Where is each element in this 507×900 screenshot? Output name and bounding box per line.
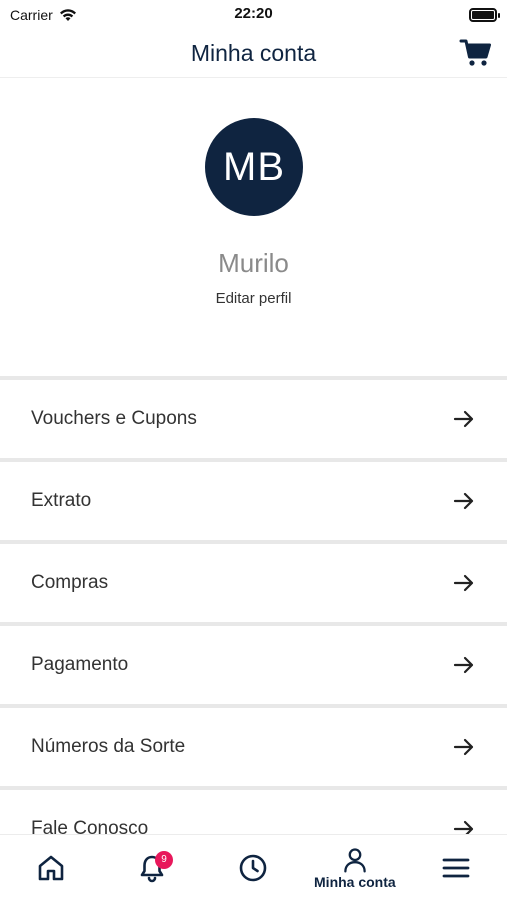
account-menu: Vouchers e Cupons Extrato Compras Pagame… — [0, 376, 507, 868]
menu-item-extrato[interactable]: Extrato — [0, 458, 507, 540]
user-icon — [344, 847, 366, 873]
menu-item-compras[interactable]: Compras — [0, 540, 507, 622]
menu-item-pagamento[interactable]: Pagamento — [0, 622, 507, 704]
arrow-right-icon — [453, 574, 474, 592]
arrow-right-icon — [453, 656, 474, 674]
menu-item-label: Extrato — [31, 490, 92, 511]
screen: Carrier 22:20 Minha conta MB Murilo Edit… — [0, 0, 507, 900]
tab-home[interactable] — [1, 835, 101, 900]
tab-notifications[interactable]: 9 — [102, 835, 202, 900]
profile-name: Murilo — [218, 248, 289, 278]
menu-item-label: Vouchers e Cupons — [31, 408, 197, 429]
notification-badge: 9 — [155, 850, 174, 869]
hamburger-menu-icon — [442, 858, 470, 877]
avatar: MB — [205, 118, 303, 216]
menu-item-label: Compras — [31, 572, 109, 593]
tab-account[interactable]: Minha conta — [305, 835, 405, 900]
menu-item-label: Pagamento — [31, 654, 129, 675]
battery-icon — [469, 8, 500, 22]
profile-section: MB Murilo Editar perfil — [0, 78, 507, 376]
edit-profile-link[interactable]: Editar perfil — [0, 290, 507, 307]
clock-icon — [240, 854, 267, 881]
header: Minha conta — [0, 30, 507, 78]
arrow-right-icon — [453, 738, 474, 756]
arrow-right-icon — [453, 492, 474, 510]
status-bar: Carrier 22:20 — [0, 0, 507, 30]
tab-history[interactable] — [203, 835, 303, 900]
home-icon — [38, 855, 63, 880]
menu-item-vouchers[interactable]: Vouchers e Cupons — [0, 376, 507, 458]
tab-bar: 9 Minha conta — [0, 834, 507, 900]
cart-icon — [459, 39, 491, 66]
page-title: Minha conta — [190, 40, 317, 66]
cart-button[interactable] — [459, 36, 493, 70]
menu-item-numeros-da-sorte[interactable]: Números da Sorte — [0, 704, 507, 786]
tab-account-label: Minha conta — [314, 873, 396, 890]
menu-item-label: Números da Sorte — [31, 736, 186, 757]
avatar-initials: MB — [223, 144, 285, 189]
tab-menu[interactable] — [406, 835, 506, 900]
arrow-right-icon — [453, 410, 474, 428]
status-time: 22:20 — [234, 5, 273, 22]
